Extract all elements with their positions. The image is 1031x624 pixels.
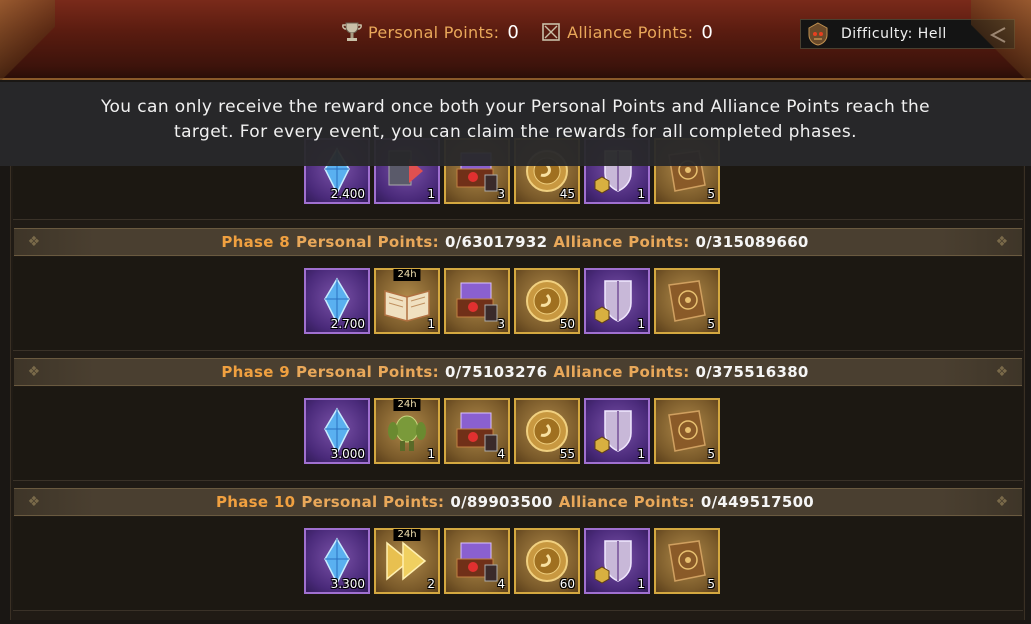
personal-points-label: Personal Points: (301, 493, 445, 511)
reward-item[interactable]: 24h 2 (374, 528, 440, 594)
duration-tag: 24h (393, 269, 421, 281)
reward-count: 4 (497, 577, 505, 591)
ornament-icon: ❖ (995, 494, 1009, 510)
phase-header: ❖ Phase 9 Personal Points: 0/75103276 Al… (14, 358, 1022, 386)
reward-count: 3 (497, 187, 505, 201)
alliance-points-label: Alliance Points: (553, 363, 690, 381)
reward-count: 3.300 (330, 577, 365, 591)
reward-item[interactable]: 24h 1 (374, 398, 440, 464)
reward-item[interactable]: 4 (444, 398, 510, 464)
reward-count: 5 (707, 317, 715, 331)
duration-tag: 24h (393, 399, 421, 411)
reward-count: 3 (497, 317, 505, 331)
phase-name: Phase 10 (215, 493, 296, 511)
reward-item[interactable]: 5 (654, 528, 720, 594)
info-line-1: You can only receive the reward once bot… (100, 97, 931, 117)
reward-count: 2 (427, 577, 435, 591)
reward-count: 2.700 (330, 317, 365, 331)
alliance-points-progress: 0/315089660 (695, 233, 809, 251)
trophy-icon (340, 20, 364, 44)
personal-points: Personal Points: 0 (340, 20, 519, 44)
reward-count: 1 (637, 577, 645, 591)
reward-list: 3.300 24h 2 4 60 1 5 (304, 528, 720, 594)
reward-info-notice: You can only receive the reward once bot… (0, 82, 1031, 166)
ornament-icon: ❖ (995, 364, 1009, 380)
reward-count: 55 (559, 447, 575, 461)
reward-count: 1 (427, 447, 435, 461)
alliance-flag-icon (539, 20, 563, 44)
alliance-points-progress: 0/449517500 (700, 493, 815, 511)
alliance-points-value: 0 (701, 21, 714, 43)
reward-item[interactable]: 5 (654, 398, 720, 464)
personal-points-label: Personal Points: (295, 363, 439, 381)
reward-count: 1 (427, 187, 435, 201)
ornament-icon: ❖ (27, 364, 41, 380)
reward-count: 5 (707, 447, 715, 461)
reward-count: 5 (707, 577, 715, 591)
alliance-points: Alliance Points: 0 (539, 20, 713, 44)
alliance-points-label: Alliance Points: (567, 22, 694, 42)
reward-item[interactable]: 55 (514, 398, 580, 464)
reward-item[interactable]: 1 (584, 398, 650, 464)
points-summary: Personal Points: 0 Alliance Points: 0 (340, 20, 713, 44)
alliance-points-label: Alliance Points: (558, 493, 695, 511)
skull-helmet-icon (803, 19, 833, 49)
personal-points-progress: 0/89903500 (450, 493, 553, 511)
reward-item[interactable]: 5 (654, 268, 720, 334)
reward-item[interactable]: 60 (514, 528, 580, 594)
reward-count: 4 (497, 447, 505, 461)
personal-points-value: 0 (507, 21, 520, 43)
ornament-icon: ❖ (27, 494, 41, 510)
back-arrow-icon[interactable] (988, 25, 1008, 49)
reward-item[interactable]: 1 (584, 268, 650, 334)
duration-tag: 24h (393, 529, 421, 541)
info-line-2: target. For every event, you can claim t… (174, 122, 857, 142)
reward-item[interactable]: 3 (444, 268, 510, 334)
difficulty-label: Difficulty: Hell (841, 26, 947, 42)
reward-item[interactable]: 2.700 (304, 268, 370, 334)
reward-count: 50 (559, 317, 575, 331)
ornament-icon: ❖ (995, 234, 1009, 250)
reward-count: 1 (637, 317, 645, 331)
reward-count: 60 (559, 577, 575, 591)
difficulty-selector[interactable]: Difficulty: Hell (800, 19, 1015, 49)
reward-list: 2.700 24h 1 3 50 1 5 (304, 268, 720, 334)
phase-header: ❖ Phase 10 Personal Points: 0/89903500 A… (14, 488, 1022, 516)
reward-item[interactable]: 1 (584, 528, 650, 594)
personal-points-label: Personal Points: (368, 22, 500, 42)
header-banner: Personal Points: 0 Alliance Points: 0 Di… (0, 0, 1031, 80)
reward-count: 1 (637, 187, 645, 201)
reward-item[interactable]: 3.300 (304, 528, 370, 594)
reward-count: 45 (559, 187, 575, 201)
alliance-points-progress: 0/375516380 (695, 363, 809, 381)
alliance-points-label: Alliance Points: (553, 233, 690, 251)
phase-name: Phase 8 (221, 233, 290, 251)
reward-item[interactable]: 3.000 (304, 398, 370, 464)
reward-item[interactable]: 24h 1 (374, 268, 440, 334)
reward-count: 1 (427, 317, 435, 331)
personal-points-label: Personal Points: (295, 233, 439, 251)
ornament-icon: ❖ (27, 234, 41, 250)
reward-count: 3.000 (330, 447, 365, 461)
phase-name: Phase 9 (221, 363, 290, 381)
reward-count: 5 (707, 187, 715, 201)
reward-count: 2.400 (330, 187, 365, 201)
reward-list: 3.000 24h 1 4 55 1 5 (304, 398, 720, 464)
reward-item[interactable]: 4 (444, 528, 510, 594)
reward-count: 1 (637, 447, 645, 461)
personal-points-progress: 0/63017932 (444, 233, 548, 251)
phases-panel[interactable]: 2.400 1 3 45 1 5 ❖ Phase 8 Personal Points: 0… (10, 138, 1025, 620)
reward-item[interactable]: 50 (514, 268, 580, 334)
personal-points-progress: 0/75103276 (444, 363, 548, 381)
phase-header: ❖ Phase 8 Personal Points: 0/63017932 Al… (14, 228, 1022, 256)
